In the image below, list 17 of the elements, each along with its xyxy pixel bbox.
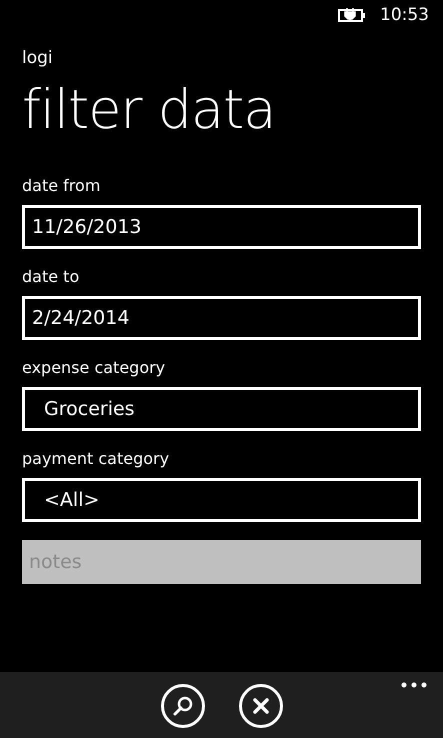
page-title: filter data: [22, 78, 276, 142]
picker-field[interactable]: Groceries: [22, 387, 421, 431]
picker-field[interactable]: <All>: [22, 478, 421, 522]
close-icon: [250, 696, 270, 716]
search-icon: [172, 695, 194, 717]
field-label: expense category: [22, 358, 166, 377]
field-label: date from: [22, 176, 102, 195]
input-field[interactable]: 2/24/2014: [22, 296, 421, 340]
search-button[interactable]: [160, 684, 204, 728]
input-field[interactable]: 11/26/2013: [22, 205, 421, 249]
app-name: logi: [22, 48, 54, 68]
field-label: payment category: [22, 449, 170, 468]
battery-charging-icon: [338, 8, 366, 22]
clock-time: 10:53: [380, 5, 429, 25]
field-label: date to: [22, 267, 80, 286]
close-button[interactable]: [238, 684, 282, 728]
more-icon[interactable]: [401, 682, 427, 688]
